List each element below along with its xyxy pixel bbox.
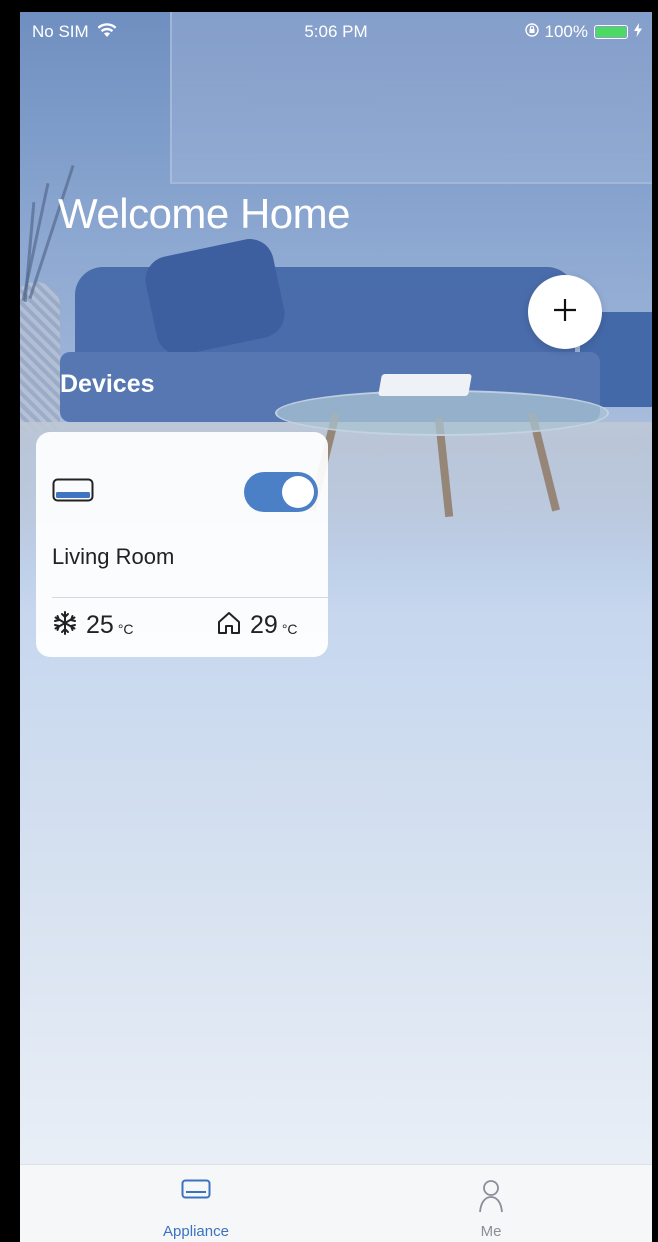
battery-percent: 100% (544, 22, 588, 41)
toggle-knob (282, 476, 314, 508)
indoor-temp-value: 29 (250, 611, 278, 639)
set-temp-value: 25 (86, 611, 114, 639)
indoor-temp-unit: °C (281, 620, 298, 637)
appliance-icon (116, 1179, 276, 1199)
status-right: 100% (524, 22, 642, 42)
home-icon (216, 610, 242, 641)
device-card[interactable]: Living Room 25 °C 29 °C (36, 432, 328, 657)
tab-appliance-label: Appliance (163, 1223, 229, 1240)
charging-icon (634, 22, 642, 42)
snowflake-icon (52, 610, 78, 641)
indoor-temperature: 29 °C (216, 610, 298, 641)
tab-bar: Appliance Me (20, 1164, 652, 1242)
battery-icon (594, 25, 628, 39)
device-name: Living Room (52, 544, 175, 569)
status-bar: No SIM 5:06 PM 100% (20, 12, 652, 52)
orientation-lock-icon (524, 22, 539, 42)
tab-me[interactable]: Me (411, 1165, 571, 1242)
vase (20, 282, 60, 432)
air-conditioner-icon (52, 478, 94, 507)
book (378, 374, 472, 396)
set-temperature: 25 °C (52, 610, 134, 641)
page-title: Welcome Home (58, 190, 350, 237)
set-temp-unit: °C (117, 620, 134, 637)
add-device-button[interactable] (528, 275, 602, 349)
app-screen: No SIM 5:06 PM 100% Welcome Home Devices… (20, 12, 652, 1242)
devices-section-label: Devices (60, 370, 155, 398)
coffee-table (275, 390, 609, 436)
card-divider (52, 597, 328, 598)
person-icon (411, 1179, 571, 1213)
tab-me-label: Me (480, 1223, 502, 1240)
device-frame: No SIM 5:06 PM 100% Welcome Home Devices… (0, 0, 658, 1242)
plus-icon (552, 297, 578, 328)
power-toggle[interactable] (244, 472, 318, 512)
tab-appliance[interactable]: Appliance (116, 1165, 276, 1242)
